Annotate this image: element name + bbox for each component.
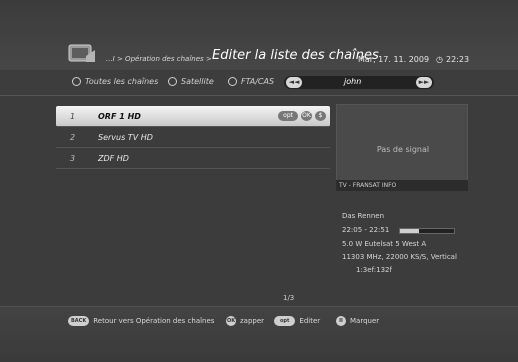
program-progress — [399, 228, 455, 234]
back-hint[interactable]: BACK Retour vers Opération des chaînes — [68, 316, 214, 326]
channel-row[interactable]: 1 ORF 1 HD opt OK $ — [56, 106, 330, 127]
program-time: 22:05 - 22:51 — [342, 226, 390, 234]
transponder-info: 11303 MHz, 22000 KS/S, Vertical — [342, 253, 457, 261]
preview-window: Pas de signal — [336, 104, 468, 190]
list-name: john — [344, 77, 362, 86]
mark-hint[interactable]: II Marquer — [336, 316, 379, 326]
ok-hint-label: zapper — [240, 317, 265, 325]
page-indicator: 1/3 — [283, 294, 295, 302]
channel-name: ZDF HD — [98, 154, 129, 163]
service-ids: 1:3ef:132f — [356, 266, 392, 274]
breadcrumb: ...I > Opération des chaînes > — [106, 55, 212, 63]
mark-hint-label: Marquer — [350, 317, 380, 325]
program-title: Das Rennen — [342, 212, 385, 220]
row-actions: opt OK $ — [278, 111, 326, 121]
preview-caption: TV - FRANSAT INFO — [336, 180, 468, 191]
no-signal-label: Pas de signal — [376, 145, 430, 154]
satellite-info: 5.0 W Eutelsat 5 West A — [342, 240, 427, 248]
back-hint-label: Retour vers Opération des chaînes — [93, 317, 215, 325]
filter-all-channels[interactable]: Toutes les chaînes — [72, 77, 158, 86]
channel-number: 1 — [70, 112, 76, 121]
next-list-button[interactable]: ►► — [416, 77, 432, 88]
footer-bar — [0, 306, 518, 362]
progress-fill — [400, 229, 419, 233]
ok-button[interactable]: OK — [301, 111, 312, 121]
channel-row[interactable]: 3 ZDF HD — [56, 148, 330, 169]
radio-icon — [168, 77, 177, 86]
channel-list-selector[interactable]: ◄◄ john ►► — [284, 76, 434, 89]
filter-satellite[interactable]: Satellite — [168, 77, 214, 86]
filter-label: Satellite — [181, 77, 214, 86]
channel-name: Servus TV HD — [98, 133, 153, 142]
tv-folder-icon — [68, 44, 95, 62]
channel-number: 3 — [70, 154, 76, 163]
filter-fta-cas[interactable]: FTA/CAS — [228, 77, 274, 86]
clock-icon: ◷ — [436, 55, 443, 64]
filter-label: Toutes les chaînes — [85, 77, 159, 86]
channel-number: 2 — [70, 133, 76, 142]
date-label: Mar, 17. 11. 2009 — [358, 55, 430, 64]
mark-key-icon: II — [336, 316, 346, 326]
back-key-icon: BACK — [68, 316, 90, 326]
radio-icon — [72, 77, 81, 86]
channel-list: 1 ORF 1 HD opt OK $ 2 Servus TV HD 3 ZDF… — [56, 106, 330, 169]
channel-name: ORF 1 HD — [98, 112, 141, 121]
opt-hint-label: Editer — [299, 317, 321, 325]
scrambled-icon: $ — [315, 111, 326, 121]
ok-hint[interactable]: OK zapper — [226, 316, 264, 326]
opt-button[interactable]: opt — [278, 111, 298, 121]
ok-key-icon: OK — [226, 316, 236, 326]
prev-list-button[interactable]: ◄◄ — [286, 77, 302, 88]
channel-row[interactable]: 2 Servus TV HD — [56, 127, 330, 148]
time-label: 22:23 — [446, 55, 470, 64]
opt-hint[interactable]: opt Editer — [274, 316, 320, 326]
radio-icon — [228, 77, 237, 86]
filter-label: FTA/CAS — [241, 77, 275, 86]
opt-key-icon: opt — [274, 316, 296, 326]
page-title: Editer la liste des chaînes — [212, 48, 379, 63]
